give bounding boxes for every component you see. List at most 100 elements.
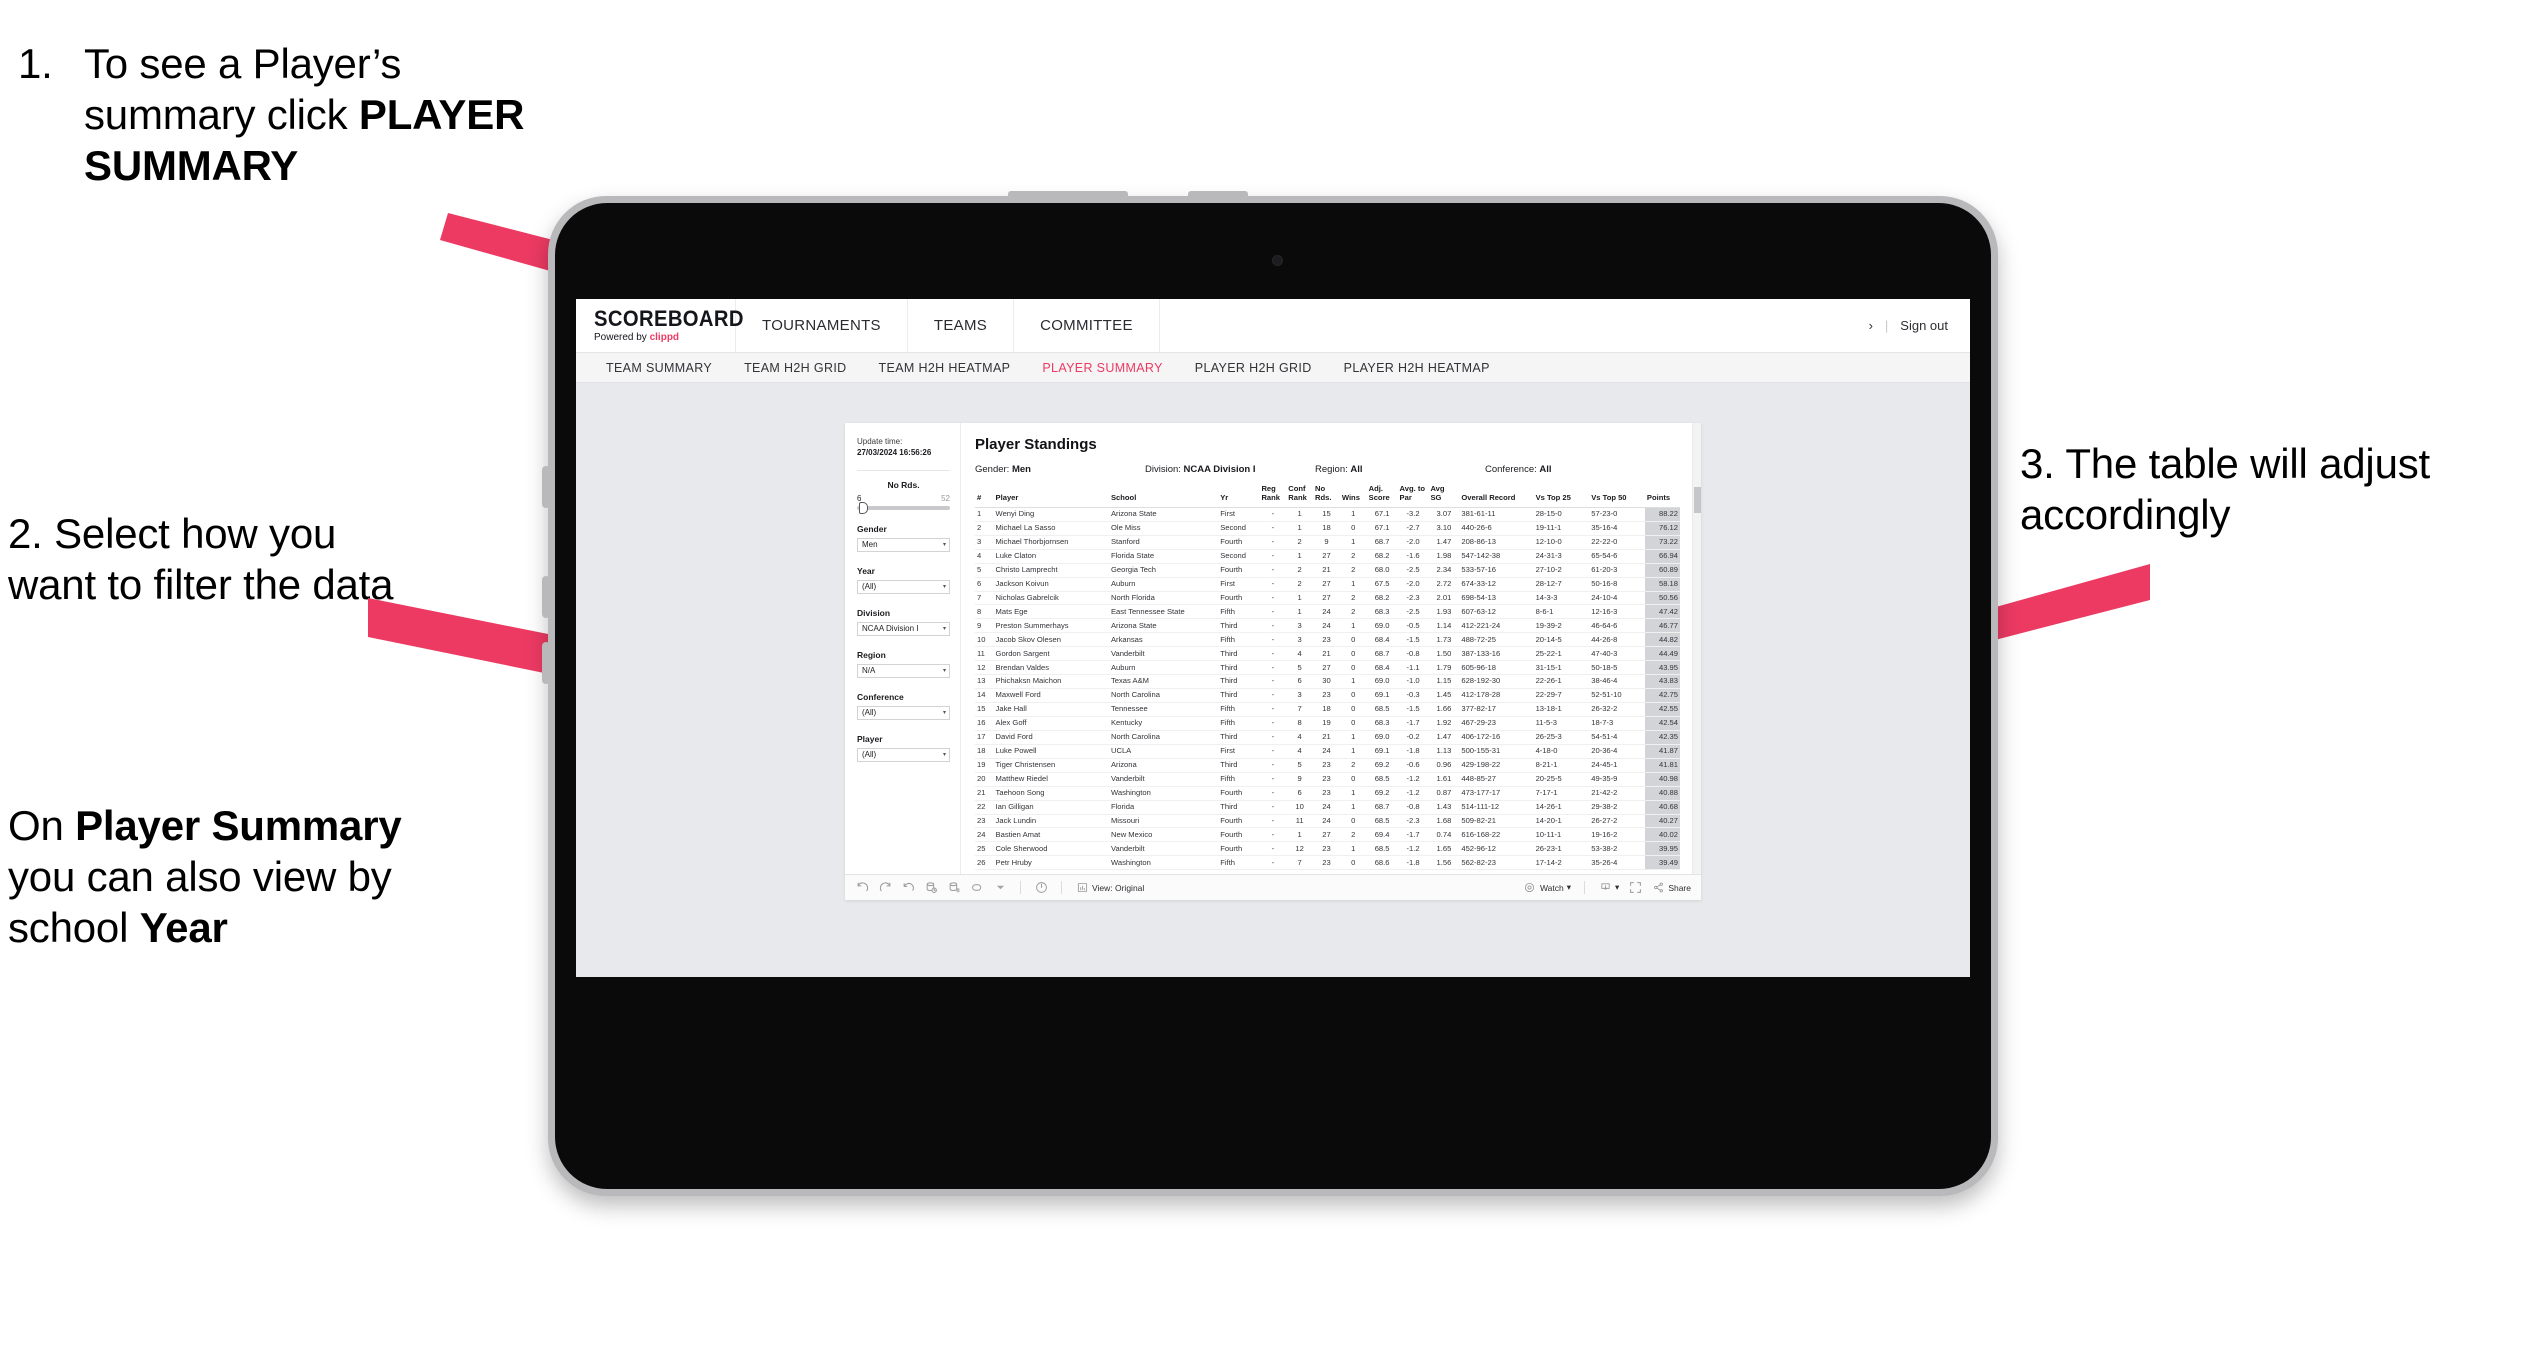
col-player[interactable]: Player (993, 485, 1109, 508)
col-overall-rec[interactable]: Overall Record (1459, 485, 1534, 508)
tablet-power-button[interactable] (542, 466, 550, 508)
redo-icon[interactable] (878, 881, 892, 895)
sign-out-link[interactable]: Sign out (1900, 318, 1948, 333)
cell-school: Florida (1108, 800, 1219, 815)
nav-item-teams[interactable]: TEAMS (908, 299, 1015, 352)
table-row[interactable]: 23 Jack Lundin Missouri Fourth -11 24 0 68.5 -2.… (975, 814, 1680, 829)
table-row[interactable]: 8 Mats Ege East Tennessee State Fifth -1 24 2 6… (975, 604, 1680, 620)
conference-dropdown-value: (All) (862, 708, 877, 718)
tab-player-h2h-heatmap[interactable]: PLAYER H2H HEATMAP (1328, 361, 1506, 375)
pause-updates-icon[interactable] (947, 881, 961, 895)
tablet-volume-up-button[interactable] (542, 576, 550, 618)
no-rounds-slider[interactable] (857, 501, 950, 514)
cell-rank: 9 (975, 618, 994, 634)
nav-item-committee[interactable]: COMMITTEE (1014, 299, 1160, 352)
tablet-device: SCOREBOARD Powered by clippd TOURNAMENTS… (542, 191, 1998, 1196)
table-scrollbar-thumb[interactable] (1694, 487, 1701, 513)
col-rank[interactable]: # (975, 485, 994, 508)
cell-adj-score: 68.6 (1366, 855, 1398, 871)
table-scrollbar[interactable] (1692, 423, 1701, 875)
table-row[interactable]: 10 Jacob Skov Olesen Arkansas Fifth -3 23 0 68.… (975, 632, 1680, 648)
table-row[interactable]: 24 Bastien Amat New Mexico Fourth -1 27 2 69.4-… (975, 827, 1680, 843)
tab-team-summary[interactable]: TEAM SUMMARY (590, 361, 728, 375)
tab-player-summary[interactable]: PLAYER SUMMARY (1026, 361, 1178, 375)
table-row[interactable]: 16 Alex Goff Kentucky Fifth -8 19 0 68.3 -1.7 1.9… (975, 716, 1680, 731)
revert-icon[interactable] (901, 881, 915, 895)
table-row[interactable]: 6 Jackson Koivun Auburn First -2 27 1 67.5 -2.0 2… (975, 577, 1680, 592)
table-row[interactable]: 1 Wenyi Ding Arizona State First -1 15 1 67.1 -3… (975, 507, 1680, 522)
tablet-volume-down-button[interactable] (542, 642, 550, 684)
cell-reg-rank: - (1259, 772, 1287, 787)
alert-icon[interactable] (970, 881, 984, 895)
table-row[interactable]: 26 Petr Hruby Washington Fifth -7 23 0 68.6 -1.8… (975, 855, 1680, 871)
table-row[interactable]: 15 Jake Hall Tennessee Fifth -7 18 0 68.5 -1.5 1.… (975, 702, 1680, 717)
cell-vs-top-25: 31-15-1 (1533, 660, 1590, 676)
table-row[interactable]: 18 Luke Powell UCLA First -4 24 1 69.1 -1.8 1.13 5… (975, 744, 1680, 759)
table-row[interactable]: 20 Matthew Riedel Vanderbilt Fifth -9 23 0 68.5… (975, 772, 1680, 787)
table-row[interactable]: 13 Phichaksn Maichon Texas A&M Third -6 30 1 69… (975, 674, 1680, 690)
col-wins[interactable]: Wins (1339, 485, 1367, 508)
cell-overall-record: 533-57-16 (1459, 563, 1534, 578)
player-dropdown[interactable]: (All) ▾ (857, 747, 950, 762)
cell-adj-score: 67.1 (1366, 521, 1398, 536)
chevron-down-icon[interactable] (993, 881, 1007, 895)
tab-team-h2h-grid[interactable]: TEAM H2H GRID (728, 361, 862, 375)
chevron-right-icon[interactable]: › (1869, 318, 1873, 333)
col-points[interactable]: Points (1644, 485, 1680, 508)
table-row[interactable]: 17 David Ford North Carolina Third -4 21 1 69.0… (975, 730, 1680, 745)
cell-yr: Fourth (1218, 535, 1260, 550)
tab-player-h2h-grid[interactable]: PLAYER H2H GRID (1179, 361, 1328, 375)
col-no-rds[interactable]: No Rds. (1313, 484, 1340, 508)
col-school[interactable]: School (1108, 485, 1219, 508)
col-yr[interactable]: Yr (1218, 485, 1260, 508)
visualization-area: Update time: 27/03/2024 16:56:26 No Rds.… (576, 383, 1970, 977)
gender-dropdown[interactable]: Men ▾ (857, 537, 950, 552)
cell-vs-top-50: 50-18-5 (1589, 660, 1645, 676)
cell-no-rds: 27 (1313, 577, 1340, 592)
col-avg-to-par[interactable]: Avg. to Par (1397, 484, 1429, 508)
col-conf-rank[interactable]: Conf Rank (1286, 484, 1314, 508)
brand-logo[interactable]: SCOREBOARD Powered by clippd (576, 299, 744, 352)
year-dropdown[interactable]: (All) ▾ (857, 579, 950, 594)
table-row[interactable]: 19 Tiger Christensen Arizona Third -5 23 2 69.2… (975, 758, 1680, 773)
col-vs-top-25[interactable]: Vs Top 25 (1533, 485, 1590, 508)
cell-avg-sg: 1.45 (1428, 688, 1460, 704)
share-button[interactable]: Share (1651, 881, 1691, 895)
conference-dropdown[interactable]: (All) ▾ (857, 705, 950, 720)
table-row[interactable]: 14 Maxwell Ford North Carolina Third -3 23 0 69… (975, 688, 1680, 704)
slider-handle[interactable] (859, 501, 868, 514)
col-vs-top-50[interactable]: Vs Top 50 (1589, 485, 1645, 508)
zoom-icon[interactable] (1034, 881, 1048, 895)
division-dropdown[interactable]: NCAA Division I ▾ (857, 621, 950, 636)
refresh-data-icon[interactable] (924, 881, 938, 895)
cell-points: 40.88 (1644, 786, 1680, 801)
table-row[interactable]: 5 Christo Lamprecht Georgia Tech Fourth -2 21… (975, 563, 1680, 578)
col-avg-sg[interactable]: Avg SG (1428, 484, 1460, 508)
download-button[interactable]: ▾ (1598, 881, 1619, 895)
cell-conf-rank: 2 (1286, 577, 1314, 592)
table-row[interactable]: 7 Nicholas Gabrelcik North Florida Fourth -1… (975, 591, 1680, 606)
table-row[interactable]: 9 Preston Summerhays Arizona State Third -3 2… (975, 618, 1680, 634)
table-row[interactable]: 11 Gordon Sargent Vanderbilt Third -4 21 0 68.7… (975, 646, 1680, 662)
table-row[interactable]: 22 Ian Gilligan Florida Third -10 24 1 68.7 -0.8… (975, 800, 1680, 815)
view-original-button[interactable]: View: Original (1075, 881, 1144, 895)
table-row[interactable]: 12 Brendan Valdes Auburn Third -5 27 0 68.4 -1.1… (975, 660, 1680, 676)
tab-team-h2h-heatmap[interactable]: TEAM H2H HEATMAP (863, 361, 1027, 375)
region-dropdown[interactable]: N/A ▾ (857, 663, 950, 678)
share-icon (1651, 881, 1665, 895)
table-row[interactable]: 2 Michael La Sasso Ole Miss Second -1 18 0 67.1… (975, 521, 1680, 536)
filter-divider (857, 469, 950, 471)
col-adj-score[interactable]: Adj. Score (1366, 484, 1398, 508)
undo-icon[interactable] (855, 881, 869, 895)
fullscreen-icon[interactable] (1628, 881, 1642, 895)
nav-item-tournaments[interactable]: TOURNAMENTS (736, 299, 908, 352)
table-row[interactable]: 25 Cole Sherwood Vanderbilt Fourth -12 23 1 68.… (975, 841, 1680, 857)
watch-button[interactable]: Watch ▾ (1523, 881, 1571, 895)
table-row[interactable]: 3 Michael Thorbjornsen Stanford Fourth -2 9 1 6… (975, 535, 1680, 550)
table-row[interactable]: 4 Luke Claton Florida State Second -1 27 2 68.2… (975, 549, 1680, 564)
cell-vs-top-50: 54-51-4 (1589, 730, 1645, 745)
col-reg-rank[interactable]: Reg Rank (1259, 484, 1287, 508)
cell-adj-score: 69.2 (1366, 758, 1398, 773)
table-row[interactable]: 21 Taehoon Song Washington Fourth -6 23 1 69.2-… (975, 786, 1680, 801)
cell-school: Auburn (1108, 577, 1219, 592)
